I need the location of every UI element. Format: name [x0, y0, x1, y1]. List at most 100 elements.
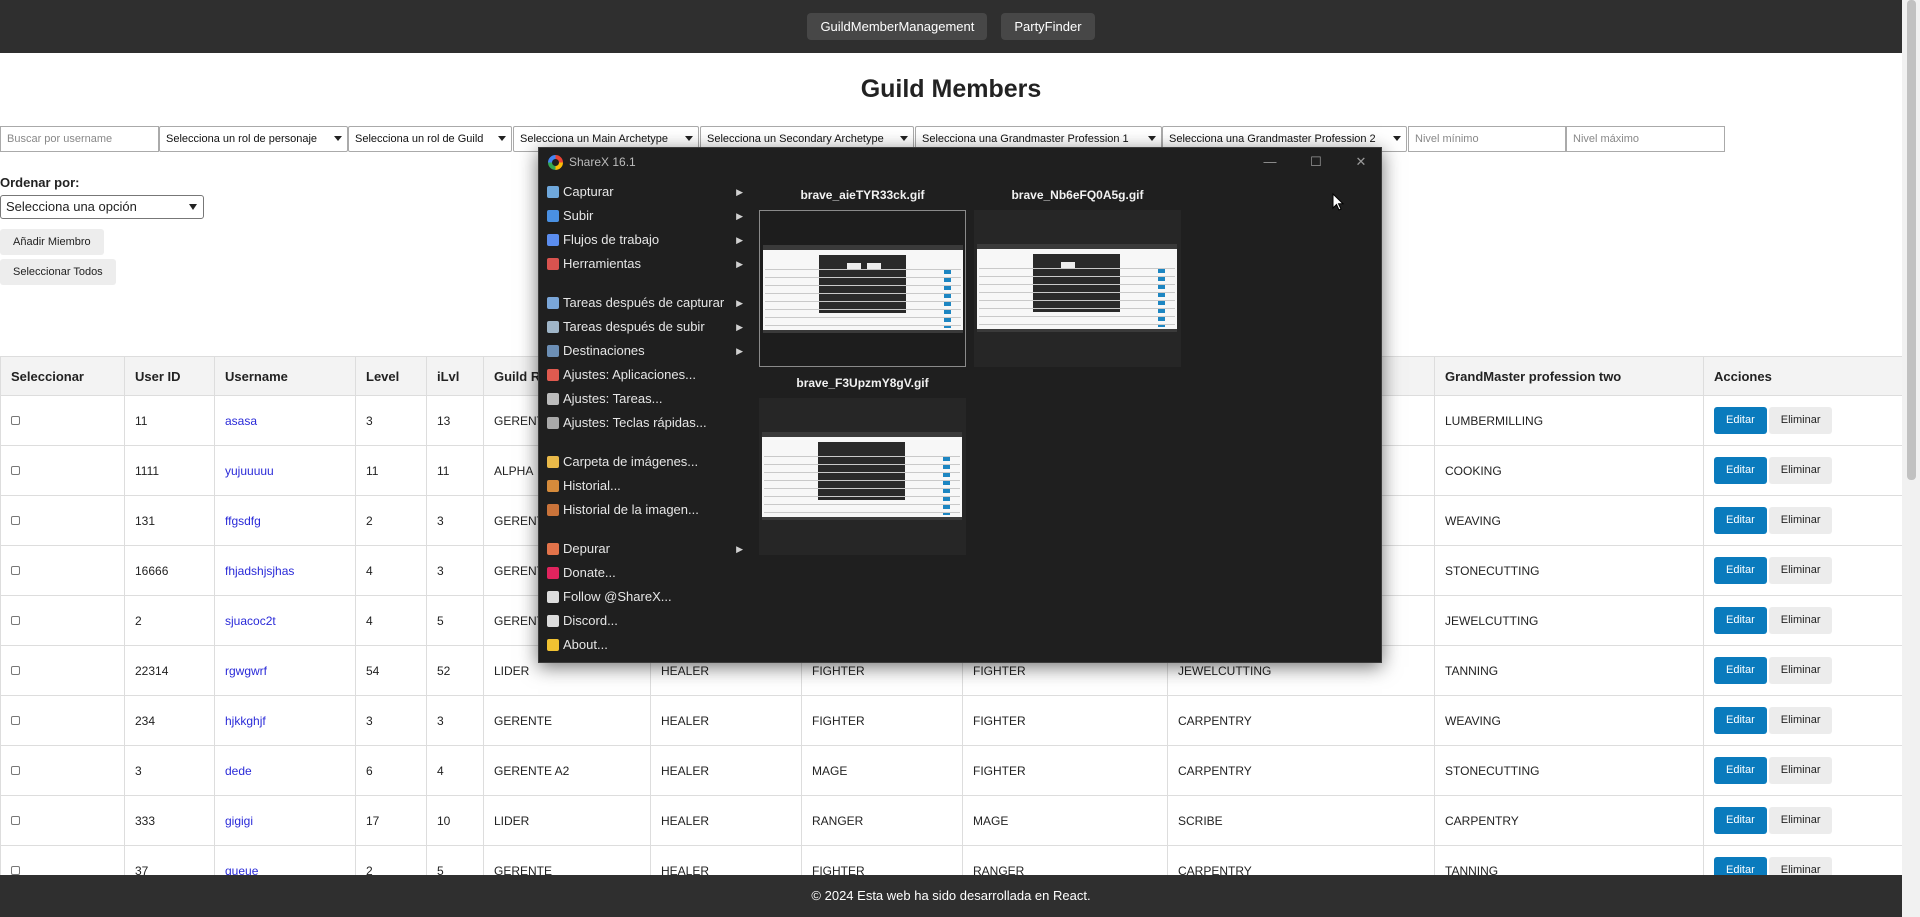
edit-button[interactable]: Editar [1714, 657, 1767, 684]
level-cell: 4 [355, 595, 427, 646]
sharex-menu-item[interactable]: Tareas después de subir ▶ [547, 315, 747, 339]
col-header-gm-profession-two: GrandMaster profession two [1434, 356, 1704, 396]
nav-party-finder[interactable]: PartyFinder [1001, 13, 1095, 40]
character-role-select[interactable]: Selecciona un rol de personaje [159, 126, 348, 152]
delete-button[interactable]: Eliminar [1768, 657, 1833, 684]
add-member-button[interactable]: Añadir Miembro [0, 229, 104, 255]
delete-button[interactable]: Eliminar [1768, 407, 1833, 434]
username-link[interactable]: dede [225, 764, 252, 778]
select-checkbox-cell [0, 795, 125, 846]
username-link[interactable]: ffgsdfg [225, 514, 261, 528]
minimize-icon[interactable]: — [1260, 152, 1280, 172]
sharex-menu-item[interactable]: Donate... [547, 561, 747, 585]
sharex-menu-item[interactable]: Historial... [547, 474, 747, 498]
sharex-menu-item[interactable]: Destinaciones ▶ [547, 339, 747, 363]
row-checkbox[interactable] [11, 715, 20, 725]
thumbnail-preview[interactable] [759, 398, 966, 555]
user-id-cell: 2 [124, 595, 215, 646]
thumbnail-item[interactable]: brave_Nb6eFQ0A5g.gif [974, 188, 1181, 367]
thumbnail-preview[interactable] [974, 210, 1181, 367]
sharex-menu-item[interactable]: Tareas después de capturar ▶ [547, 291, 747, 315]
select-all-button[interactable]: Seleccionar Todos [0, 259, 116, 285]
delete-button[interactable]: Eliminar [1768, 607, 1833, 634]
actions-cell: Editar Eliminar [1703, 495, 1903, 546]
gm-profession-two-cell: WEAVING [1434, 495, 1704, 546]
sharex-menu-item[interactable]: Depurar ▶ [547, 537, 747, 561]
sharex-titlebar[interactable]: ShareX 16.1 — ☐ ✕ [539, 148, 1381, 176]
sharex-menu-item[interactable]: Subir ▶ [547, 204, 747, 228]
ilvl-cell: 11 [426, 445, 484, 496]
row-checkbox[interactable] [11, 865, 20, 875]
edit-button[interactable]: Editar [1714, 507, 1767, 534]
level-cell: 4 [355, 545, 427, 596]
sharex-menu-item[interactable]: Follow @ShareX... [547, 585, 747, 609]
cell-9: SCRIBE [1167, 795, 1435, 846]
row-checkbox[interactable] [11, 565, 20, 575]
cell-6: HEALER [650, 745, 802, 796]
row-checkbox[interactable] [11, 665, 20, 675]
history-icon [547, 480, 559, 492]
menu-item-label: Donate... [563, 565, 616, 580]
username-link[interactable]: yujuuuuu [225, 464, 274, 478]
mouse-cursor-icon [1332, 193, 1345, 211]
scrollbar-thumb[interactable] [1907, 0, 1916, 480]
username-cell: dede [214, 745, 356, 796]
thumbnail-item[interactable]: brave_F3UpzmY8gV.gif [759, 376, 966, 555]
sharex-menu-item[interactable]: Historial de la imagen... [547, 498, 747, 522]
delete-button[interactable]: Eliminar [1768, 457, 1833, 484]
actions-cell: Editar Eliminar [1703, 545, 1903, 596]
search-input[interactable]: Buscar por username [0, 126, 159, 152]
delete-button[interactable]: Eliminar [1768, 807, 1833, 834]
cell-9: CARPENTRY [1167, 695, 1435, 746]
edit-button[interactable]: Editar [1714, 457, 1767, 484]
sort-select[interactable]: Selecciona una opción [0, 195, 204, 219]
edit-button[interactable]: Editar [1714, 607, 1767, 634]
sharex-menu-item[interactable]: Ajustes: Aplicaciones... [547, 363, 747, 387]
edit-button[interactable]: Editar [1714, 407, 1767, 434]
min-level-input[interactable]: Nivel mínimo [1408, 126, 1566, 152]
edit-button[interactable]: Editar [1714, 807, 1767, 834]
close-icon[interactable]: ✕ [1351, 152, 1371, 172]
max-level-input[interactable]: Nivel máximo [1566, 126, 1725, 152]
row-checkbox[interactable] [11, 615, 20, 625]
guild-role-select[interactable]: Selecciona un rol de Guild [348, 126, 512, 152]
thumbnail-item[interactable]: brave_aieTYR33ck.gif [759, 188, 966, 367]
folder-icon [547, 456, 559, 468]
username-link[interactable]: hjkkghjf [225, 714, 266, 728]
cloud-upload-icon [547, 321, 559, 333]
edit-button[interactable]: Editar [1714, 707, 1767, 734]
gm-profession-two-cell: JEWELCUTTING [1434, 595, 1704, 646]
username-link[interactable]: fhjadshjsjhas [225, 564, 294, 578]
delete-button[interactable]: Eliminar [1768, 557, 1833, 584]
select-checkbox-cell [0, 445, 125, 496]
nav-guild-member-management[interactable]: GuildMemberManagement [807, 13, 988, 40]
edit-button[interactable]: Editar [1714, 757, 1767, 784]
thumbnail-preview[interactable] [759, 210, 966, 367]
ilvl-cell: 4 [426, 745, 484, 796]
username-link[interactable]: rgwgwrf [225, 664, 267, 678]
edit-button[interactable]: Editar [1714, 557, 1767, 584]
sharex-menu-item[interactable]: Ajustes: Teclas rápidas... [547, 411, 747, 435]
sharex-menu: Capturar ▶ Subir ▶ Flujos de trabajo ▶ Herrami… [547, 180, 747, 657]
username-link[interactable]: sjuacoc2t [225, 614, 276, 628]
username-link[interactable]: asasa [225, 414, 257, 428]
maximize-icon[interactable]: ☐ [1306, 152, 1326, 172]
sharex-menu-item[interactable]: Discord... [547, 609, 747, 633]
sharex-menu-item[interactable]: Herramientas ▶ [547, 252, 747, 276]
sharex-menu-item[interactable]: Carpeta de imágenes... [547, 450, 747, 474]
row-checkbox[interactable] [11, 415, 20, 425]
row-checkbox[interactable] [11, 515, 20, 525]
row-checkbox[interactable] [11, 765, 20, 775]
delete-button[interactable]: Eliminar [1768, 707, 1833, 734]
row-checkbox[interactable] [11, 815, 20, 825]
page-scrollbar[interactable] [1902, 0, 1920, 917]
sharex-menu-item[interactable]: Ajustes: Tareas... [547, 387, 747, 411]
row-checkbox[interactable] [11, 465, 20, 475]
screenshot-preview-image [977, 244, 1177, 332]
sharex-menu-item[interactable]: Capturar ▶ [547, 180, 747, 204]
sharex-menu-item[interactable]: Flujos de trabajo ▶ [547, 228, 747, 252]
sharex-menu-item[interactable]: About... [547, 633, 747, 657]
delete-button[interactable]: Eliminar [1768, 757, 1833, 784]
username-link[interactable]: gigigi [225, 814, 253, 828]
delete-button[interactable]: Eliminar [1768, 507, 1833, 534]
